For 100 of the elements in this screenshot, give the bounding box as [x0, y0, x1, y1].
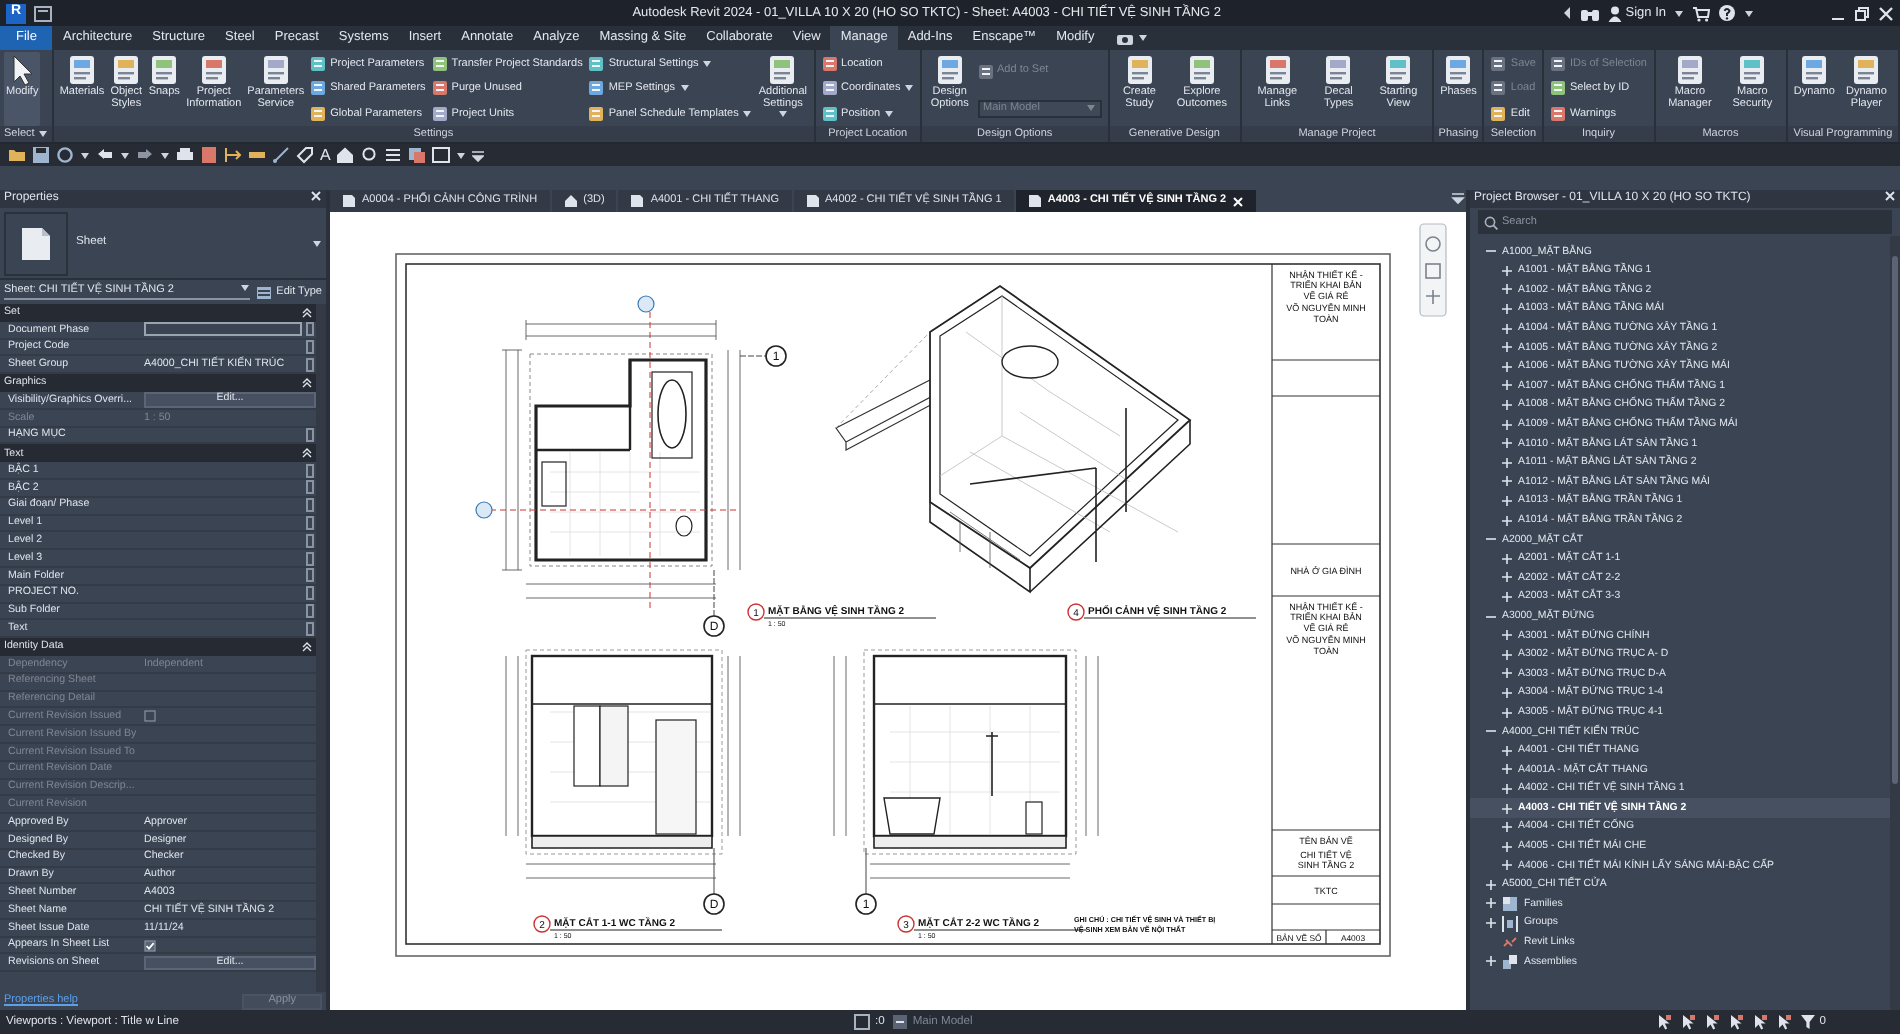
- expand-icon[interactable]: [1486, 918, 1496, 929]
- save-icon[interactable]: [32, 146, 50, 164]
- selection-tool-icon[interactable]: [1655, 1014, 1672, 1030]
- collapse-icon[interactable]: [1486, 246, 1496, 257]
- filter-icon[interactable]: [1799, 1014, 1816, 1030]
- caret-icon[interactable]: [1674, 9, 1684, 17]
- expand-icon[interactable]: [1502, 342, 1512, 353]
- caret-icon[interactable]: [904, 84, 915, 93]
- sheet-icon[interactable]: [200, 146, 218, 164]
- expand-icon[interactable]: [1502, 764, 1512, 775]
- help-icon[interactable]: [1718, 4, 1736, 22]
- expand-icon[interactable]: [1502, 591, 1512, 602]
- expand-icon[interactable]: [1502, 803, 1512, 814]
- cart-icon[interactable]: [1692, 5, 1710, 21]
- caret-icon[interactable]: [884, 109, 895, 118]
- parameter-button[interactable]: [306, 551, 314, 566]
- expand-icon[interactable]: [1502, 284, 1512, 295]
- expand-icon[interactable]: [1502, 572, 1512, 583]
- parameter-button[interactable]: [306, 427, 314, 442]
- parameter-button[interactable]: [306, 603, 314, 618]
- collapse-icon[interactable]: [1486, 611, 1496, 622]
- tab-menu-icon[interactable]: [1450, 190, 1466, 206]
- caret-icon[interactable]: [120, 151, 130, 159]
- print-icon[interactable]: [176, 146, 194, 164]
- expand-icon[interactable]: [1502, 822, 1512, 833]
- expand-icon[interactable]: [1502, 553, 1512, 564]
- parameter-button[interactable]: [306, 357, 314, 372]
- expand-icon[interactable]: [1502, 380, 1512, 391]
- expand-icon[interactable]: [1502, 687, 1512, 698]
- selection-tool-icon[interactable]: [1775, 1014, 1792, 1030]
- caret-icon[interactable]: [1138, 34, 1149, 42]
- expand-icon[interactable]: [1502, 323, 1512, 334]
- expand-icon[interactable]: [1486, 956, 1496, 967]
- checkbox[interactable]: [144, 939, 156, 952]
- expand-icon[interactable]: [1502, 496, 1512, 507]
- expand-icon[interactable]: [1502, 649, 1512, 660]
- customize-icon[interactable]: [472, 149, 485, 161]
- collapse-icon[interactable]: [302, 448, 312, 459]
- caret-icon[interactable]: [160, 151, 170, 159]
- selection-tool-icon[interactable]: [1703, 1014, 1720, 1030]
- parameter-button[interactable]: [306, 480, 314, 495]
- caret-icon[interactable]: [1744, 9, 1754, 17]
- parameter-button[interactable]: [306, 568, 314, 583]
- selection-tool-icon[interactable]: [1679, 1014, 1696, 1030]
- close-icon[interactable]: [1878, 5, 1894, 21]
- parameter-button[interactable]: [306, 586, 314, 601]
- selection-tool-icon[interactable]: [1751, 1014, 1768, 1030]
- collapse-icon[interactable]: [302, 307, 312, 318]
- measure-icon[interactable]: [272, 146, 290, 164]
- align-icon[interactable]: [224, 146, 242, 164]
- collapse-icon[interactable]: [1486, 534, 1496, 545]
- scrollbar[interactable]: [316, 304, 326, 992]
- expand-icon[interactable]: [1502, 438, 1512, 449]
- redo-icon[interactable]: [136, 146, 154, 164]
- expand-icon[interactable]: [1502, 304, 1512, 315]
- input-field[interactable]: [144, 322, 302, 337]
- expand-icon[interactable]: [1486, 898, 1496, 909]
- list-icon[interactable]: [384, 146, 403, 164]
- expand-icon[interactable]: [1502, 265, 1512, 276]
- expand-icon[interactable]: [1502, 860, 1512, 871]
- expand-icon[interactable]: [1502, 419, 1512, 430]
- tag-icon[interactable]: [296, 146, 314, 164]
- caret-icon[interactable]: [679, 84, 690, 93]
- expand-icon[interactable]: [1502, 361, 1512, 372]
- expand-icon[interactable]: [1502, 841, 1512, 852]
- caret-icon[interactable]: [80, 151, 90, 159]
- caret-icon[interactable]: [240, 284, 251, 293]
- collapse-icon[interactable]: [302, 642, 312, 653]
- arrow-icon[interactable]: [1561, 6, 1572, 20]
- navigation-bar[interactable]: [1419, 223, 1447, 317]
- caret-icon[interactable]: [37, 129, 48, 138]
- expand-icon[interactable]: [1486, 879, 1496, 890]
- expand-icon[interactable]: [1502, 630, 1512, 641]
- expand-icon[interactable]: [1502, 400, 1512, 411]
- expand-icon[interactable]: [1502, 745, 1512, 756]
- close-icon[interactable]: [1884, 190, 1896, 202]
- caret-icon[interactable]: [312, 239, 322, 247]
- collapse-icon[interactable]: [302, 378, 312, 389]
- scrollbar[interactable]: [1890, 236, 1900, 1010]
- expand-icon[interactable]: [1502, 707, 1512, 718]
- close-icon[interactable]: [310, 190, 322, 202]
- restore-icon[interactable]: [1854, 5, 1870, 21]
- expand-icon[interactable]: [1502, 668, 1512, 679]
- parameter-button[interactable]: [306, 339, 314, 354]
- parameter-button[interactable]: [306, 533, 314, 548]
- caret-icon[interactable]: [456, 151, 467, 159]
- undo-icon[interactable]: [96, 146, 114, 164]
- parameter-button[interactable]: [306, 498, 314, 513]
- expand-icon[interactable]: [1502, 783, 1512, 794]
- text-tool-button[interactable]: A: [320, 147, 331, 163]
- binoculars-icon[interactable]: [1579, 5, 1600, 21]
- parameter-button[interactable]: [306, 515, 314, 530]
- expand-icon[interactable]: [1502, 515, 1512, 526]
- window-icon[interactable]: [34, 4, 52, 22]
- selection-tool-icon[interactable]: [1727, 1014, 1744, 1030]
- caret-icon[interactable]: [702, 60, 713, 69]
- expand-icon[interactable]: [1502, 457, 1512, 468]
- expand-icon[interactable]: [1502, 476, 1512, 487]
- caret-icon[interactable]: [742, 109, 753, 118]
- collapse-icon[interactable]: [1486, 726, 1496, 737]
